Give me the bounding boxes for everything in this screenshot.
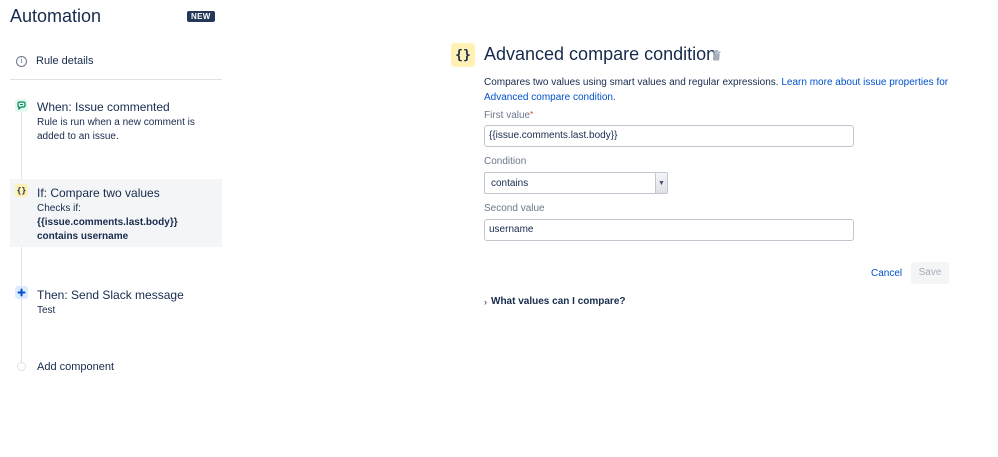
condition-step-desc-line3: contains username [37, 231, 129, 242]
slack-icon [15, 286, 28, 299]
description-text: Compares two values using smart values a… [484, 77, 782, 88]
condition-step-desc-line1: Checks if: [37, 203, 81, 214]
trigger-step[interactable]: When: Issue commented Rule is run when a… [10, 96, 222, 148]
second-value-label: Second value [484, 203, 545, 214]
app-title: Automation [10, 6, 102, 26]
info-icon: i [16, 55, 27, 67]
rule-details-label: Rule details [36, 55, 94, 67]
condition-label: Condition [484, 156, 527, 167]
required-mark: * [530, 110, 534, 119]
disclosure-label: What values can I compare? [491, 296, 626, 307]
save-button[interactable]: Save [911, 262, 949, 284]
condition-select-value: contains [491, 178, 529, 189]
trigger-step-desc-line2: added to an issue. [37, 131, 119, 142]
condition-select[interactable]: contains ▼ [484, 172, 668, 194]
condition-step[interactable]: {} If: Compare two values Checks if: {{i… [10, 179, 222, 247]
cancel-button[interactable]: Cancel [866, 263, 907, 285]
braces-icon: {} [15, 184, 28, 197]
second-value-input[interactable]: username [484, 219, 854, 241]
chevron-right-icon: › [484, 296, 487, 307]
trigger-step-title: When: Issue commented [37, 100, 170, 114]
chevron-down-icon[interactable]: ▼ [655, 173, 667, 193]
condition-step-title: If: Compare two values [37, 186, 160, 200]
add-component-dot [17, 362, 26, 371]
compare-values-disclosure[interactable]: › What values can I compare? [484, 296, 626, 307]
sidebar-divider [10, 79, 222, 80]
braces-icon: {} [451, 43, 475, 67]
rule-details-item[interactable]: i Rule details [16, 55, 93, 67]
action-step-title: Then: Send Slack message [37, 288, 184, 302]
trigger-step-desc-line1: Rule is run when a new comment is [37, 117, 195, 128]
action-step[interactable]: Then: Send Slack message Test [10, 283, 222, 319]
first-value-label: First value* [484, 110, 534, 121]
panel-title: Advanced compare condition [484, 44, 717, 64]
comment-icon [15, 99, 28, 112]
action-step-desc: Test [37, 305, 56, 316]
add-component-link[interactable]: Add component [37, 361, 114, 373]
first-value-input[interactable]: {{issue.comments.last.body}} [484, 125, 854, 147]
panel-description: Compares two values using smart values a… [484, 75, 959, 105]
condition-step-desc-line2: {{issue.comments.last.body}} [37, 217, 178, 228]
new-badge: NEW [187, 11, 215, 22]
trash-icon[interactable] [712, 50, 721, 61]
